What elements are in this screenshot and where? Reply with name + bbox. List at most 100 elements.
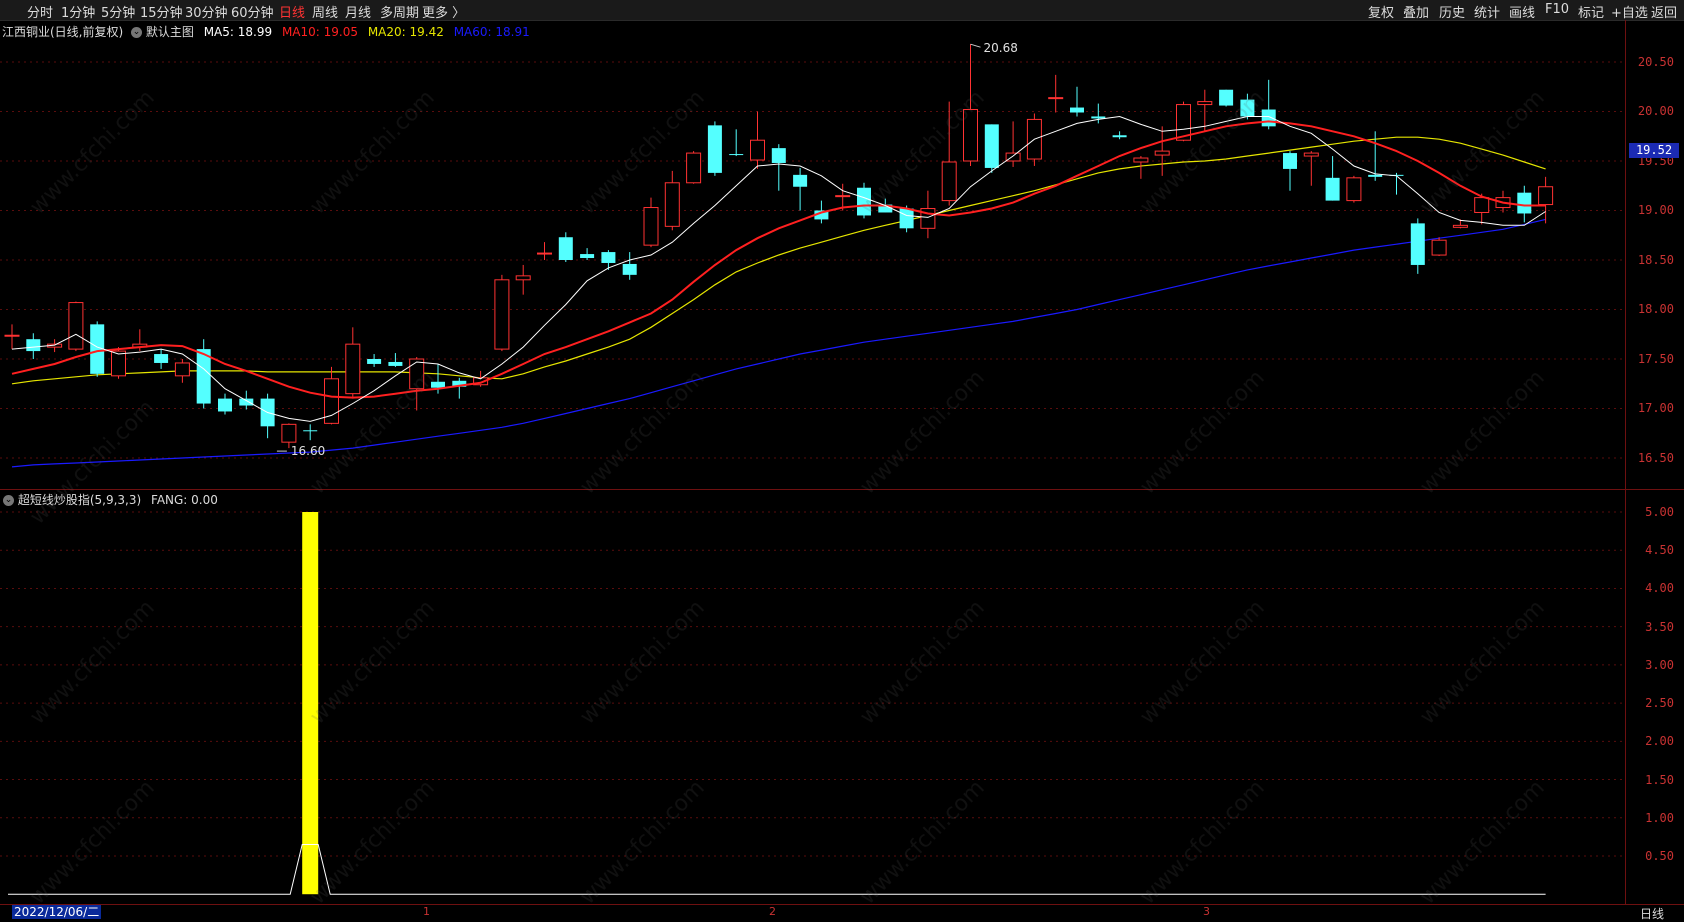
tab-daily[interactable]: 日线 <box>279 2 305 21</box>
tab-weekly[interactable]: 周线 <box>312 2 338 21</box>
overlay-button[interactable]: 叠加 <box>1403 2 1429 21</box>
candle-body-up <box>1197 101 1213 106</box>
price-tick: 19.00 <box>1637 203 1674 217</box>
candle-body-up <box>111 350 126 377</box>
candle-body-down <box>431 381 445 388</box>
candle-body-down <box>303 430 318 432</box>
candle-body-up <box>1474 197 1490 213</box>
indicator-tick: 3.50 <box>1645 620 1674 634</box>
tab-more[interactable]: 更多 〉 <box>422 2 465 21</box>
tab-15min[interactable]: 15分钟 <box>140 2 183 21</box>
candle-body-up <box>4 334 20 337</box>
candle-body-up <box>1048 97 1064 100</box>
indicator-tick: 1.00 <box>1645 811 1674 825</box>
candle-body-up <box>1133 157 1149 163</box>
restore-rights-button[interactable]: 复权 <box>1368 2 1394 21</box>
candle-body-up <box>494 279 510 350</box>
candle-body-down <box>1283 153 1297 169</box>
candle-body-down <box>1070 107 1084 113</box>
high-label: 20.68 <box>984 41 1018 55</box>
candle-body-up <box>1346 177 1362 202</box>
candle-body-down <box>154 354 169 363</box>
fang-line <box>8 844 1546 895</box>
tab-1min[interactable]: 1分钟 <box>61 2 95 21</box>
candle-body-up <box>174 362 190 377</box>
x-tick-month-3: 3 <box>1203 905 1210 918</box>
candle-body-up <box>345 343 361 395</box>
price-tick: 16.50 <box>1637 451 1674 465</box>
candle-body-down <box>558 237 573 260</box>
price-tick: 18.00 <box>1637 302 1674 316</box>
draw-line-button[interactable]: 画线 <box>1509 2 1535 21</box>
price-tick: 17.00 <box>1637 401 1674 415</box>
x-tick-month-2: 2 <box>769 905 776 918</box>
tab-60min[interactable]: 60分钟 <box>231 2 274 21</box>
candle-body-down <box>857 187 871 216</box>
current-price-tag: 19.52 <box>1629 143 1679 158</box>
tab-fenshi[interactable]: 分时 <box>27 2 53 21</box>
high-pointer <box>970 43 981 48</box>
low-label: 16.60 <box>291 444 325 458</box>
candle-body-down <box>622 263 637 275</box>
fang-bar <box>302 512 319 895</box>
candle-body-up <box>643 207 659 246</box>
candle-body-down <box>1325 177 1340 201</box>
candle-body-up <box>941 161 957 202</box>
indicator-tick: 4.00 <box>1645 581 1674 595</box>
candle-body-up <box>515 275 531 281</box>
tab-monthly[interactable]: 月线 <box>345 2 371 21</box>
candle-body-down <box>1112 135 1127 138</box>
statistics-button[interactable]: 统计 <box>1474 2 1500 21</box>
candle-body-up <box>835 195 851 198</box>
candlestick-chart[interactable]: 20.68 16.60 <box>0 20 1625 489</box>
candle-body-up <box>1154 150 1170 156</box>
ma60-line <box>11 218 1546 468</box>
mark-button[interactable]: 标记 <box>1578 2 1604 21</box>
candle-body-down <box>707 125 722 173</box>
candle-body-down <box>899 208 914 229</box>
candle-body-down <box>1410 223 1425 265</box>
indicator-tick: 3.00 <box>1645 658 1674 672</box>
candle-body-up <box>686 152 702 184</box>
candle-body-up <box>1431 239 1447 256</box>
candle-body-down <box>1091 116 1106 119</box>
candle-body-down <box>793 174 808 187</box>
candle-body-up <box>409 358 425 390</box>
tab-30min[interactable]: 30分钟 <box>185 2 228 21</box>
tab-5min[interactable]: 5分钟 <box>101 2 135 21</box>
candle-body-up <box>68 302 84 350</box>
candle-body-up <box>750 139 765 161</box>
candle-body-down <box>729 154 744 156</box>
price-tick: 20.00 <box>1637 104 1674 118</box>
candle-body-up <box>1538 186 1554 206</box>
price-tick: 18.50 <box>1637 253 1674 267</box>
period-toolbar: 分时 1分钟 5分钟 15分钟 30分钟 60分钟 日线 周线 月线 多周期 更… <box>0 0 1684 21</box>
candle-body-down <box>771 148 786 163</box>
candle-body-down <box>1517 192 1532 214</box>
history-button[interactable]: 历史 <box>1439 2 1465 21</box>
candle-body-down <box>218 398 232 412</box>
candle-body-down <box>239 398 254 406</box>
candle-body-up <box>537 252 552 255</box>
candle-body-down <box>26 339 41 352</box>
cursor-date-box: 2022/12/06/二 <box>12 905 102 919</box>
x-tick-month-1: 1 <box>423 905 430 918</box>
candle-body-down <box>1219 89 1234 106</box>
price-tick: 20.50 <box>1637 55 1674 69</box>
candle-body-up <box>963 109 978 162</box>
candle-body-up <box>281 423 297 443</box>
add-favorite-button[interactable]: +自选 <box>1611 2 1648 21</box>
back-button[interactable]: 返回 <box>1651 2 1677 21</box>
indicator-chart[interactable] <box>0 490 1625 904</box>
candle-body-down <box>1240 99 1255 117</box>
right-axis-border <box>1625 20 1626 905</box>
candle-body-up <box>1452 224 1468 228</box>
candle-body-down <box>1368 174 1383 177</box>
candle-body-down <box>1261 109 1276 127</box>
indicator-tick: 5.00 <box>1645 505 1674 519</box>
tab-multi-period[interactable]: 多周期 <box>380 2 419 21</box>
f10-button[interactable]: F10 <box>1545 2 1569 17</box>
price-tick: 17.50 <box>1637 352 1674 366</box>
candle-body-down <box>601 252 616 263</box>
candle-body-down <box>388 361 403 366</box>
